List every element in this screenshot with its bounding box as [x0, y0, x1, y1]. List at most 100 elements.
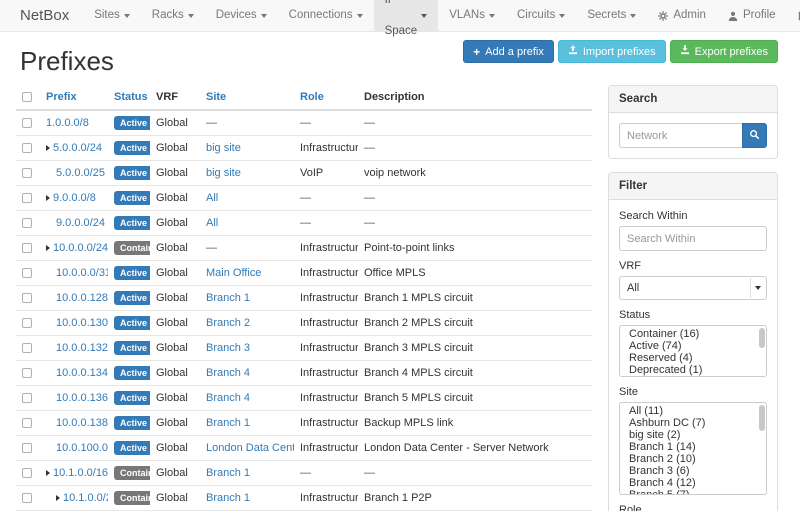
row-checkbox[interactable] [22, 493, 32, 503]
import-prefixes-button[interactable]: Import prefixes [558, 40, 666, 63]
site-link[interactable]: Branch 1 [206, 492, 250, 504]
nav-item-connections[interactable]: Connections [278, 0, 374, 31]
row-checkbox[interactable] [22, 243, 32, 253]
search-button[interactable] [742, 123, 767, 148]
brand-netbox[interactable]: NetBox [0, 0, 83, 31]
site-link[interactable]: All [206, 192, 218, 204]
site-link[interactable]: Main Office [206, 267, 261, 279]
status-badge: Active [114, 341, 150, 355]
site-option[interactable]: Branch 1 (14) [620, 442, 766, 453]
table-row: 10.0.0.128/31ActiveGlobalBranch 1Infrast… [16, 286, 592, 311]
scrollbar-thumb[interactable] [759, 405, 765, 431]
search-input[interactable] [619, 123, 742, 148]
prefix-link[interactable]: 10.1.0.0/24 [63, 492, 108, 504]
column-header-site[interactable]: Site [206, 91, 226, 103]
site-link[interactable]: Branch 3 [206, 342, 250, 354]
filter-field-vrf: VRFAll [619, 260, 767, 300]
column-header-status[interactable]: Status [114, 91, 148, 103]
prefix-link[interactable]: 10.0.0.0/24 [53, 242, 108, 254]
status-option[interactable]: Active (74) [620, 341, 766, 352]
site-link[interactable]: Branch 1 [206, 417, 250, 429]
vrf-select[interactable]: All [619, 276, 767, 300]
row-checkbox[interactable] [22, 468, 32, 478]
filter-label-site: Site [619, 386, 767, 398]
export-prefixes-button[interactable]: Export prefixes [670, 40, 778, 63]
site-option[interactable]: Branch 4 (12) [620, 478, 766, 489]
site-link[interactable]: Branch 2 [206, 317, 250, 329]
row-checkbox[interactable] [22, 118, 32, 128]
prefix-link[interactable]: 10.1.0.0/16 [53, 467, 108, 479]
prefix-cell: 10.0.0.0/24 [40, 236, 108, 261]
scrollbar-thumb[interactable] [759, 328, 765, 348]
search-panel-title: Search [609, 86, 777, 113]
prefix-link[interactable]: 10.0.0.0/31 [56, 267, 108, 279]
nav-item-devices[interactable]: Devices [205, 0, 278, 31]
row-checkbox[interactable] [22, 218, 32, 228]
site-option[interactable]: All (11) [620, 406, 766, 417]
description-cell: Point-to-point links [358, 236, 592, 261]
vrf-cell: Global [150, 136, 200, 161]
nav-item-racks[interactable]: Racks [141, 0, 205, 31]
column-header-prefix[interactable]: Prefix [46, 91, 77, 103]
search-within-input[interactable] [619, 226, 767, 251]
row-checkbox[interactable] [22, 418, 32, 428]
prefix-link[interactable]: 10.0.0.138/31 [56, 417, 108, 429]
nav-item-secrets[interactable]: Secrets [576, 0, 647, 31]
nav-item-profile[interactable]: Profile [717, 0, 787, 31]
site-option[interactable]: big site (2) [620, 430, 766, 441]
site-listbox[interactable]: All (11)Ashburn DC (7)big site (2)Branch… [619, 402, 767, 495]
row-checkbox[interactable] [22, 443, 32, 453]
prefix-link[interactable]: 9.0.0.0/8 [53, 192, 96, 204]
status-listbox[interactable]: Container (16)Active (74)Reserved (4)Dep… [619, 325, 767, 377]
nav-item-admin[interactable]: Admin [647, 0, 717, 31]
nav-item-sites[interactable]: Sites [83, 0, 141, 31]
prefix-link[interactable]: 10.0.0.130/31 [56, 317, 108, 329]
row-checkbox[interactable] [22, 293, 32, 303]
column-header-role[interactable]: Role [300, 91, 324, 103]
site-option[interactable]: Branch 2 (10) [620, 454, 766, 465]
add-prefix-button[interactable]: + Add a prefix [463, 40, 554, 63]
site-link[interactable]: big site [206, 167, 241, 179]
site-link[interactable]: Branch 1 [206, 467, 250, 479]
site-option[interactable]: Branch 5 (7) [620, 490, 766, 495]
role-text: Infrastructure [300, 317, 358, 329]
row-checkbox[interactable] [22, 393, 32, 403]
site-link[interactable]: Branch 4 [206, 367, 250, 379]
prefix-link[interactable]: 5.0.0.0/24 [53, 142, 102, 154]
prefix-link[interactable]: 9.0.0.0/24 [56, 217, 105, 229]
prefix-link[interactable]: 10.0.0.128/31 [56, 292, 108, 304]
site-link[interactable]: All [206, 217, 218, 229]
prefix-link[interactable]: 1.0.0.0/8 [46, 117, 89, 129]
site-option[interactable]: Ashburn DC (7) [620, 418, 766, 429]
nav-item-vlans[interactable]: VLANs [438, 0, 506, 31]
row-checkbox[interactable] [22, 168, 32, 178]
prefix-link[interactable]: 10.0.0.136/31 [56, 392, 108, 404]
site-link[interactable]: Branch 4 [206, 392, 250, 404]
select-all-checkbox[interactable] [22, 92, 32, 102]
row-checkbox[interactable] [22, 268, 32, 278]
row-checkbox[interactable] [22, 193, 32, 203]
site-option[interactable]: Branch 3 (6) [620, 466, 766, 477]
prefix-link[interactable]: 5.0.0.0/25 [56, 167, 105, 179]
status-option[interactable]: Reserved (4) [620, 353, 766, 364]
row-checkbox[interactable] [22, 318, 32, 328]
prefix-cell: 10.0.0.130/31 [40, 311, 108, 336]
nav-item-ip-space[interactable]: IP Space [374, 0, 439, 31]
nav-item-log-out[interactable]: Log out [787, 0, 800, 31]
prefix-link[interactable]: 10.0.0.134/31 [56, 367, 108, 379]
status-option[interactable]: Deprecated (1) [620, 365, 766, 376]
row-checkbox[interactable] [22, 368, 32, 378]
site-link[interactable]: big site [206, 142, 241, 154]
status-option[interactable]: Container (16) [620, 329, 766, 340]
site-link[interactable]: Branch 1 [206, 292, 250, 304]
row-checkbox-cell [16, 461, 40, 486]
nav-item-circuits[interactable]: Circuits [506, 0, 576, 31]
row-checkbox[interactable] [22, 343, 32, 353]
prefix-cell: 10.0.100.0/24 [40, 436, 108, 461]
prefix-link[interactable]: 10.0.0.132/31 [56, 342, 108, 354]
row-checkbox[interactable] [22, 143, 32, 153]
site-link[interactable]: London Data Center [206, 442, 294, 454]
vrf-cell: Global [150, 486, 200, 511]
prefix-link[interactable]: 10.0.100.0/24 [56, 442, 108, 454]
role-text: — [300, 467, 311, 479]
